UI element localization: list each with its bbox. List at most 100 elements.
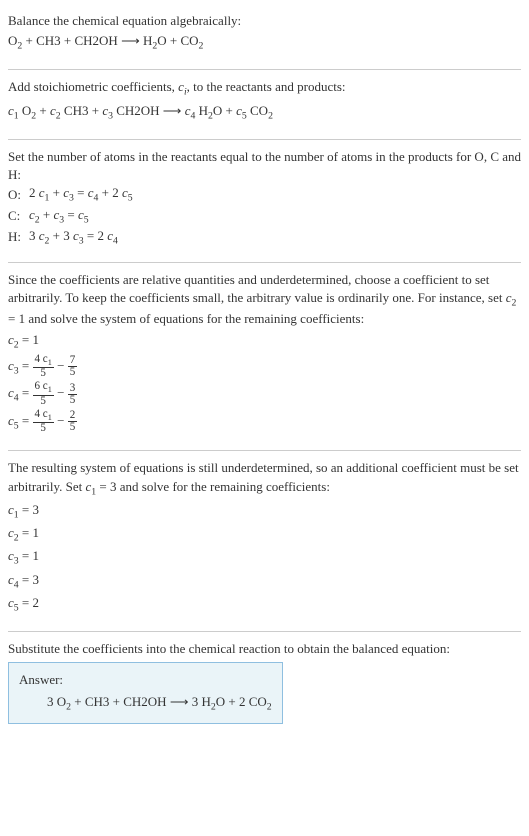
section-answer: Substitute the coefficients into the che… [8,636,521,734]
eq-O: 2 c1 + c3 = c4 + 2 c5 [29,184,141,205]
row-O: O: 2 c1 + c3 = c4 + 2 c5 [8,184,141,205]
sub-2: 2 [199,41,204,52]
t: = 2 [84,228,108,243]
stoich-text: Add stoichiometric coefficients, ci, to … [8,78,521,99]
v: = 3 [19,502,39,517]
sub: 2 [268,110,273,121]
t: = [19,385,33,400]
frac: 6 c15 [33,381,54,407]
t: = 3 and solve for the remaining coeffici… [96,479,330,494]
divider [8,631,521,632]
d: 5 [68,367,78,378]
t: − [54,385,68,400]
s: 1 [48,413,52,422]
eq-c2: c2 = 1 [8,331,521,352]
intro-equation: O2 + CH3 + CH2OH ⟶ H2O + CO2 [8,32,521,53]
t: = [74,185,88,200]
t: = 1 [19,332,39,347]
t: Since the coefficients are relative quan… [8,272,506,305]
t: O + 2 CO [216,694,267,709]
v: = 2 [19,595,39,610]
t: = 1 and solve the system of equations fo… [8,311,364,326]
v: = 1 [19,548,39,563]
v: = 3 [19,572,39,587]
n: 3 [68,383,78,395]
eq-c5: c5 = 4 c15 − 25 [8,409,521,435]
coef-c5: c5 = 2 [8,594,521,615]
label-C: C: [8,206,29,227]
v: = 1 [19,525,39,540]
answer-text: Substitute the coefficients into the che… [8,640,521,658]
text: , to the reactants and products: [187,79,346,94]
t: + CH3 + CH2OH ⟶ 3 H [71,694,211,709]
answer-label: Answer: [19,671,272,689]
para-text: Since the coefficients are relative quan… [8,271,521,329]
frac: 35 [68,383,78,406]
n: 4 c [35,408,48,420]
s: 4 [113,235,118,246]
eq-C: c2 + c3 = c5 [29,206,141,227]
eq-c3: c3 = 4 c15 − 75 [8,354,521,380]
stoich-equation: c1 O2 + c2 CH3 + c3 CH2OH ⟶ c4 H2O + c5 … [8,102,521,123]
t: 3 [29,228,39,243]
section-final-coeffs: The resulting system of equations is sti… [8,455,521,627]
frac: 75 [68,355,78,378]
t: − [54,413,68,428]
section-stoich: Add stoichiometric coefficients, ci, to … [8,74,521,134]
coef-c4: c4 = 3 [8,571,521,592]
text: Add stoichiometric coefficients, [8,79,178,94]
divider [8,450,521,451]
t: 2 [29,185,39,200]
row-H: H: 3 c2 + 3 c3 = 2 c4 [8,227,141,248]
label-O: O: [8,184,29,205]
t: CH2OH ⟶ [113,103,185,118]
atoms-text: Set the number of atoms in the reactants… [8,148,521,184]
d: 5 [33,368,54,379]
t: CO [247,103,268,118]
label-H: H: [8,227,29,248]
coef-c1: c1 = 3 [8,501,521,522]
s: 1 [48,386,52,395]
eq-H: 3 c2 + 3 c3 = 2 c4 [29,227,141,248]
n: 6 c [35,380,48,392]
frac: 25 [68,410,78,433]
t: CH3 + [61,103,103,118]
section-intro: Balance the chemical equation algebraica… [8,8,521,65]
eq-text: O + CO [157,33,198,48]
t: O + [213,103,236,118]
section-parametric: Since the coefficients are relative quan… [8,267,521,446]
row-C: C: c2 + c3 = c5 [8,206,141,227]
frac: 4 c15 [33,409,54,435]
d: 5 [33,396,54,407]
t: H [195,103,208,118]
t: O [19,103,32,118]
t: + 2 [98,185,122,200]
t: = [64,207,78,222]
s: 2 [267,702,272,713]
d: 5 [33,423,54,434]
answer-box: Answer: 3 O2 + CH3 + CH2OH ⟶ 3 H2O + 2 C… [8,662,283,723]
divider [8,139,521,140]
eq-c4: c4 = 6 c15 − 35 [8,381,521,407]
frac: 4 c15 [33,354,54,380]
t: = [19,358,33,373]
section-atoms: Set the number of atoms in the reactants… [8,144,521,258]
s: 2 [512,298,517,309]
t: + [40,207,54,222]
t: 3 O [47,694,66,709]
coef-c2: c2 = 1 [8,524,521,545]
t: − [54,358,68,373]
d: 5 [68,395,78,406]
divider [8,262,521,263]
s: 5 [84,214,89,225]
eq-text: + CH3 + CH2OH ⟶ H [22,33,152,48]
balanced-equation: 3 O2 + CH3 + CH2OH ⟶ 3 H2O + 2 CO2 [19,693,272,714]
s: 1 [48,358,52,367]
intro-line1: Balance the chemical equation algebraica… [8,12,521,30]
s: 5 [128,193,133,204]
divider [8,69,521,70]
t: + [49,185,63,200]
coef-c3: c3 = 1 [8,547,521,568]
final-text: The resulting system of equations is sti… [8,459,521,498]
n: 4 c [35,353,48,365]
